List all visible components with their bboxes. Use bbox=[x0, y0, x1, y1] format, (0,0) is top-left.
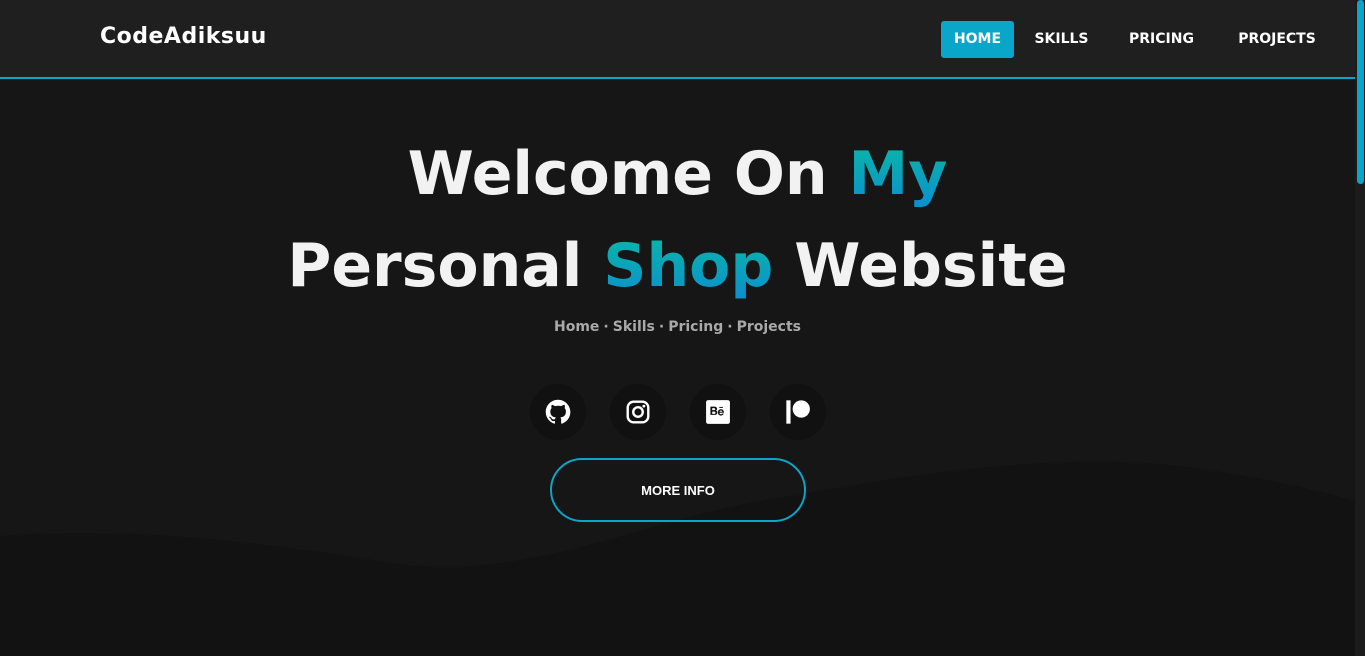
nav-skills[interactable]: SKILLS bbox=[1028, 21, 1095, 58]
hero-breadcrumb: Home · Skills · Pricing · Projects bbox=[0, 319, 1355, 335]
crumb-separator: · bbox=[658, 319, 665, 335]
hero-section: Welcome On My Personal Shop Website Home… bbox=[0, 81, 1355, 656]
more-info-button[interactable]: MORE INFO bbox=[550, 458, 806, 522]
crumb-separator: · bbox=[727, 319, 733, 335]
behance-link[interactable] bbox=[690, 384, 746, 440]
crumb-home[interactable]: Home bbox=[554, 319, 599, 335]
scrollbar-thumb[interactable] bbox=[1357, 0, 1364, 184]
crumb-separator: · bbox=[603, 319, 609, 335]
crumb-projects[interactable]: Projects bbox=[737, 319, 801, 335]
crumb-pricing[interactable]: Pricing bbox=[668, 319, 723, 335]
navbar: CodeAdiksuu HOME SKILLS PRICING PROJECTS bbox=[0, 0, 1355, 79]
instagram-link[interactable] bbox=[610, 384, 666, 440]
hero-accent-shop: Shop bbox=[603, 231, 774, 301]
hero-title-line-1: Welcome On My bbox=[407, 139, 948, 209]
brand-logo[interactable]: CodeAdiksuu bbox=[100, 24, 267, 49]
hero-title-line-2: Personal Shop Website bbox=[287, 231, 1068, 301]
page-scrollbar[interactable] bbox=[1355, 0, 1365, 656]
instagram-icon bbox=[626, 400, 650, 424]
nav-pricing[interactable]: PRICING bbox=[1119, 21, 1204, 58]
crumb-skills[interactable]: Skills bbox=[613, 319, 655, 335]
github-link[interactable] bbox=[530, 384, 586, 440]
nav-home[interactable]: HOME bbox=[941, 21, 1014, 58]
patreon-icon bbox=[786, 400, 810, 424]
nav-projects[interactable]: PROJECTS bbox=[1227, 21, 1327, 58]
patreon-link[interactable] bbox=[770, 384, 826, 440]
behance-icon bbox=[706, 400, 730, 424]
social-links bbox=[0, 384, 1355, 440]
github-icon bbox=[545, 399, 571, 424]
hero-accent-my: My bbox=[848, 139, 948, 209]
